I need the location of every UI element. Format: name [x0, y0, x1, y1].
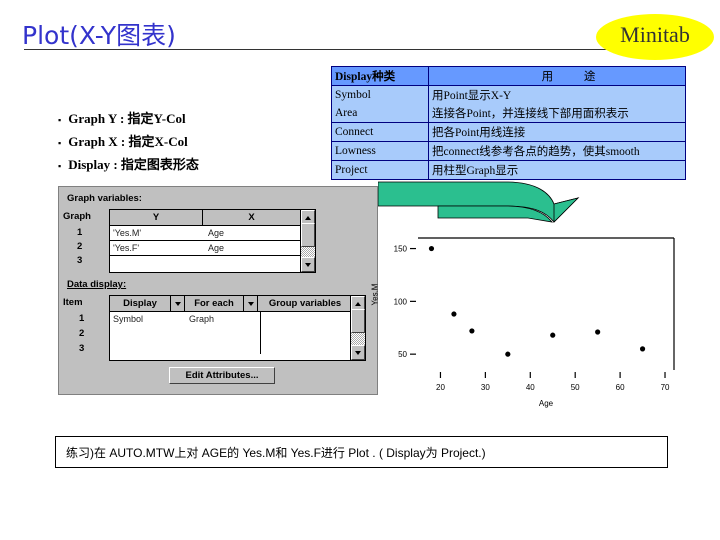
scrollbar-thumb[interactable]	[301, 223, 315, 247]
data-cell-display[interactable]	[110, 326, 186, 340]
scatter-chart: Yes.M 50 100 150 20 30 40 50 60 70 Age	[370, 228, 688, 408]
graph-column-y: Y	[110, 210, 203, 225]
bullet-item: ▪ Display : 指定图表形态	[58, 154, 199, 173]
data-column-for-each: For each	[185, 296, 244, 311]
graph-grid-header: Y X	[110, 210, 315, 226]
graph-row-label: Graph	[63, 211, 91, 222]
scroll-down-button[interactable]	[301, 257, 315, 272]
graph-variables-label: Graph variables:	[67, 193, 142, 204]
bullet-text: Display : 指定图表形态	[68, 157, 199, 172]
svg-text:Age: Age	[539, 399, 554, 408]
exercise-caption-box: 练习)在 AUTO.MTW上对 AGE的 Yes.M和 Yes.F进行 Plot…	[55, 436, 668, 468]
bullet-marker-icon: ▪	[58, 115, 62, 125]
data-grid-header: Display For each Group variables	[110, 296, 365, 312]
table-row: Symbol 用Point显示X-Y	[331, 85, 686, 104]
data-cell-group[interactable]	[261, 326, 358, 340]
plot-dialog[interactable]: Graph variables: Graph 1 2 3 Y X 'Yes.M'…	[58, 186, 378, 395]
display-types-table: Display种类 用 途 Symbol 用Point显示X-Y Area 连接…	[331, 66, 686, 180]
data-cell-for-each[interactable]: Graph	[186, 312, 261, 326]
slide-root: Plot(X-Y图表) Minitab ▪ Graph Y : 指定Y-Col …	[0, 0, 720, 540]
data-column-display: Display	[110, 296, 171, 311]
graph-cell-x[interactable]: Age	[205, 226, 305, 240]
data-grid-scrollbar[interactable]	[350, 296, 365, 360]
graph-grid-row[interactable]: 'Yes.F' Age	[110, 241, 315, 256]
chart-y-axis-title: Yes.M	[370, 283, 380, 306]
display-dropdown-button[interactable]	[171, 296, 185, 311]
svg-text:20: 20	[436, 383, 445, 392]
svg-text:70: 70	[661, 383, 670, 392]
graph-column-x: X	[203, 210, 300, 225]
table-row: Project 用柱型Graph显示	[331, 160, 686, 180]
data-cell-group[interactable]	[261, 340, 358, 354]
chevron-down-icon	[305, 262, 311, 267]
svg-text:60: 60	[616, 383, 625, 392]
data-grid-row[interactable]: Symbol Graph	[110, 312, 365, 326]
row-use: 用柱型Graph显示	[428, 160, 686, 180]
bullet-item: ▪ Graph X : 指定X-Col	[58, 131, 199, 150]
table-row: Area 连接各Point，并连接线下部用面积表示	[331, 104, 686, 123]
bullet-list: ▪ Graph Y : 指定Y-Col ▪ Graph X : 指定X-Col …	[58, 108, 199, 177]
data-cell-group[interactable]	[261, 312, 358, 326]
svg-text:100: 100	[394, 297, 408, 306]
data-cell-for-each[interactable]	[186, 340, 261, 354]
graph-cell-y[interactable]: 'Yes.M'	[110, 226, 205, 240]
for-each-dropdown-button[interactable]	[244, 296, 258, 311]
page-title: Plot(X-Y图表)	[22, 21, 176, 50]
graph-cell-y[interactable]	[110, 256, 205, 270]
table-header-row: Display种类 用 途	[331, 66, 686, 86]
graph-grid-row[interactable]	[110, 256, 315, 270]
svg-text:50: 50	[571, 383, 580, 392]
graph-cell-y[interactable]: 'Yes.F'	[110, 241, 205, 255]
row-kind: Lowness	[331, 141, 429, 161]
scrollbar-thumb[interactable]	[351, 309, 365, 333]
title-underline	[24, 49, 624, 50]
edit-attributes-label: Edit Attributes...	[185, 370, 259, 381]
bullet-marker-icon: ▪	[58, 161, 62, 171]
chevron-down-icon	[174, 301, 181, 306]
row-use: 把各Point用线连接	[428, 122, 686, 142]
data-display-label: Data display:	[67, 279, 127, 290]
chevron-down-icon	[355, 350, 361, 355]
table-header-kind: Display种类	[331, 66, 429, 86]
chevron-up-icon	[305, 215, 311, 220]
item-label: Item	[63, 297, 83, 308]
table-row: Lowness 把connect线参考各点的趋势，使其smooth	[331, 141, 686, 161]
row-kind: Symbol	[331, 85, 429, 104]
graph-grid-row[interactable]: 'Yes.M' Age	[110, 226, 315, 241]
graph-grid-scrollbar[interactable]	[300, 210, 315, 272]
minitab-logo-label: Minitab	[620, 22, 690, 47]
graph-cell-x[interactable]: Age	[205, 241, 305, 255]
table-row: Connect 把各Point用线连接	[331, 122, 686, 142]
data-cell-for-each[interactable]	[186, 326, 261, 340]
data-grid-row[interactable]	[110, 326, 365, 340]
svg-text:50: 50	[398, 350, 407, 359]
data-column-group: Group variables	[258, 296, 352, 311]
row-use: 用Point显示X-Y	[428, 85, 686, 104]
data-display-grid[interactable]: Display For each Group variables Symbol …	[109, 295, 366, 361]
bullet-item: ▪ Graph Y : 指定Y-Col	[58, 108, 199, 127]
data-cell-display[interactable]	[110, 340, 186, 354]
exercise-caption-text: 练习)在 AUTO.MTW上对 AGE的 Yes.M和 Yes.F进行 Plot…	[66, 445, 486, 460]
graph-variables-grid[interactable]: Y X 'Yes.M' Age 'Yes.F' Age	[109, 209, 316, 273]
chevron-up-icon	[355, 301, 361, 306]
row-use: 把connect线参考各点的趋势，使其smooth	[428, 141, 686, 161]
bullet-text: Graph X : 指定X-Col	[68, 134, 188, 149]
svg-text:40: 40	[526, 383, 535, 392]
svg-text:150: 150	[394, 245, 408, 254]
row-kind: Area	[331, 104, 429, 123]
svg-text:30: 30	[481, 383, 490, 392]
chart-canvas: 50 100 150 20 30 40 50 60 70 Age	[394, 237, 675, 408]
row-kind: Connect	[331, 122, 429, 142]
row-kind: Project	[331, 160, 429, 180]
table-header-use: 用 途	[428, 66, 686, 86]
graph-cell-x[interactable]	[205, 256, 305, 270]
scroll-down-button[interactable]	[351, 345, 365, 360]
edit-attributes-button[interactable]: Edit Attributes...	[169, 367, 275, 384]
bullet-marker-icon: ▪	[58, 138, 62, 148]
data-grid-row[interactable]	[110, 340, 365, 354]
chevron-down-icon	[247, 301, 254, 306]
data-cell-display[interactable]: Symbol	[110, 312, 186, 326]
bullet-text: Graph Y : 指定Y-Col	[68, 111, 186, 126]
row-use: 连接各Point，并连接线下部用面积表示	[428, 104, 686, 123]
